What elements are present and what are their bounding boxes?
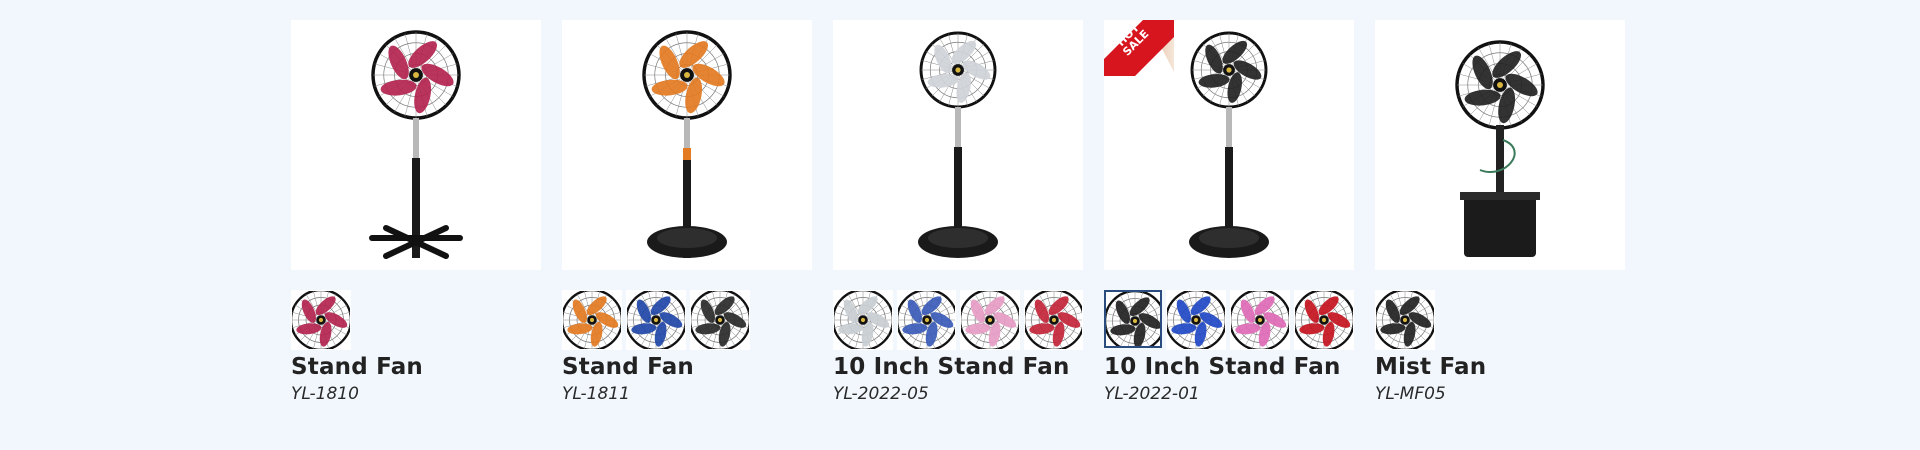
color-variant-thumbnail[interactable] <box>1375 290 1435 350</box>
product-card[interactable]: Mist Fan YL-MF05 <box>1375 20 1625 404</box>
product-grid: Stand Fan YL-1810 Stand Fan YL-1811 10 Inch … <box>291 20 1625 404</box>
product-title[interactable]: 10 Inch Stand Fan <box>1104 354 1354 380</box>
fan-thumbnail-icon <box>691 291 749 349</box>
product-model: YL-1810 <box>291 384 359 404</box>
fan-thumbnail-icon <box>1106 292 1160 346</box>
fan-head-icon <box>642 30 732 120</box>
color-variant-thumbnail[interactable] <box>1023 290 1083 350</box>
product-card[interactable]: Stand Fan YL-1811 <box>562 20 812 404</box>
fan-thumbnail-icon <box>627 291 685 349</box>
product-image[interactable] <box>291 20 541 270</box>
product-title[interactable]: Mist Fan <box>1375 354 1625 380</box>
color-variant-thumbnail[interactable] <box>1294 290 1354 350</box>
color-variant-thumbnail[interactable] <box>1230 290 1290 350</box>
thumbnail-strip <box>562 290 812 350</box>
product-title[interactable]: Stand Fan <box>291 354 541 380</box>
color-variant-thumbnail[interactable] <box>291 290 351 350</box>
product-image[interactable] <box>562 20 812 270</box>
product-model: YL-1811 <box>562 384 630 404</box>
product-image[interactable] <box>833 20 1083 270</box>
color-variant-thumbnail[interactable] <box>1104 290 1162 348</box>
fan-head-icon <box>371 30 461 120</box>
thumbnail-strip <box>1375 290 1625 350</box>
fan-head-icon <box>919 31 997 109</box>
color-variant-thumbnail[interactable] <box>960 290 1020 350</box>
color-variant-thumbnail[interactable] <box>1166 290 1226 350</box>
color-variant-thumbnail[interactable] <box>690 290 750 350</box>
thumbnail-strip <box>833 290 1083 350</box>
color-variant-thumbnail[interactable] <box>896 290 956 350</box>
color-variant-thumbnail[interactable] <box>562 290 622 350</box>
mist-fan-head-icon <box>1455 40 1545 130</box>
product-image[interactable] <box>1375 20 1625 270</box>
product-card[interactable]: Stand Fan YL-1810 <box>291 20 541 404</box>
thumbnail-strip <box>1104 290 1354 350</box>
color-variant-thumbnail[interactable] <box>626 290 686 350</box>
product-title[interactable]: 10 Inch Stand Fan <box>833 354 1083 380</box>
fan-thumbnail-icon <box>834 291 892 349</box>
fan-thumbnail-icon <box>292 291 350 349</box>
fan-thumbnail-icon <box>1024 291 1083 349</box>
fan-thumbnail-icon <box>1376 291 1434 349</box>
product-card[interactable]: 10 Inch Stand Fan YL-2022-05 <box>833 20 1083 404</box>
product-model: YL-MF05 <box>1375 384 1446 404</box>
product-card[interactable]: HOT SALE 10 Inch Stand Fan YL-2022-01 <box>1104 20 1354 404</box>
fan-thumbnail-icon <box>1167 291 1225 349</box>
color-variant-thumbnail[interactable] <box>833 290 893 350</box>
fan-head-icon <box>1190 31 1268 109</box>
product-image[interactable]: HOT SALE <box>1104 20 1354 270</box>
product-model: YL-2022-05 <box>833 384 929 404</box>
product-title[interactable]: Stand Fan <box>562 354 812 380</box>
fan-thumbnail-icon <box>1295 291 1353 349</box>
fan-thumbnail-icon <box>961 291 1019 349</box>
fan-thumbnail-icon <box>563 291 621 349</box>
thumbnail-strip <box>291 290 541 350</box>
hot-sale-badge: HOT SALE <box>1104 20 1174 76</box>
fan-thumbnail-icon <box>1231 291 1289 349</box>
product-model: YL-2022-01 <box>1104 384 1200 404</box>
fan-thumbnail-icon <box>897 291 956 349</box>
